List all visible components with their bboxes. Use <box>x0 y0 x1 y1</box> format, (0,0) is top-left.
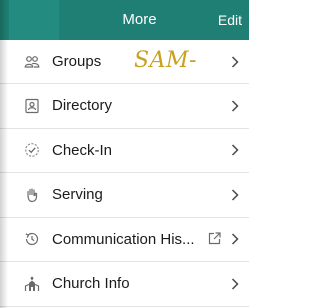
page-title: More <box>122 11 157 28</box>
chevron-right-icon <box>231 55 239 68</box>
chevron-right-icon <box>231 189 239 201</box>
header-bar: More Edit <box>0 0 249 40</box>
groups-icon <box>24 55 40 68</box>
menu-item-label: Directory <box>52 97 113 115</box>
external-link-icon <box>208 232 221 245</box>
menu-item-label: Serving <box>52 186 103 204</box>
menu-item-label: Check-In <box>52 141 113 159</box>
chevron-right-icon <box>231 100 239 112</box>
panel-edge-shadow <box>0 0 8 308</box>
menu-item-groups[interactable]: Groups <box>0 40 249 84</box>
church-icon <box>24 276 40 291</box>
menu-item-directory[interactable]: Directory <box>0 84 249 129</box>
menu-item-check-in[interactable]: Check-In <box>0 129 249 173</box>
menu-item-label: Communication His... <box>52 230 195 248</box>
serving-hand-icon <box>27 188 38 202</box>
menu-item-label: Church Info <box>52 275 130 293</box>
menu-item-church-info[interactable]: Church Info <box>0 262 249 307</box>
handwritten-annotation: SAM- <box>134 48 197 73</box>
menu-item-communication-history[interactable]: Communication His... <box>0 218 249 262</box>
history-icon <box>25 233 39 246</box>
chevron-right-icon <box>231 278 239 290</box>
chevron-right-icon <box>231 233 239 245</box>
check-in-icon <box>25 143 39 158</box>
edit-button[interactable]: Edit <box>218 0 242 40</box>
menu-item-serving[interactable]: Serving <box>0 173 249 218</box>
menu-item-label: Groups <box>52 53 102 70</box>
directory-icon <box>25 98 39 113</box>
more-menu-list: Groups Directory Check-In Serving Commun… <box>0 40 249 307</box>
chevron-right-icon <box>231 144 239 156</box>
